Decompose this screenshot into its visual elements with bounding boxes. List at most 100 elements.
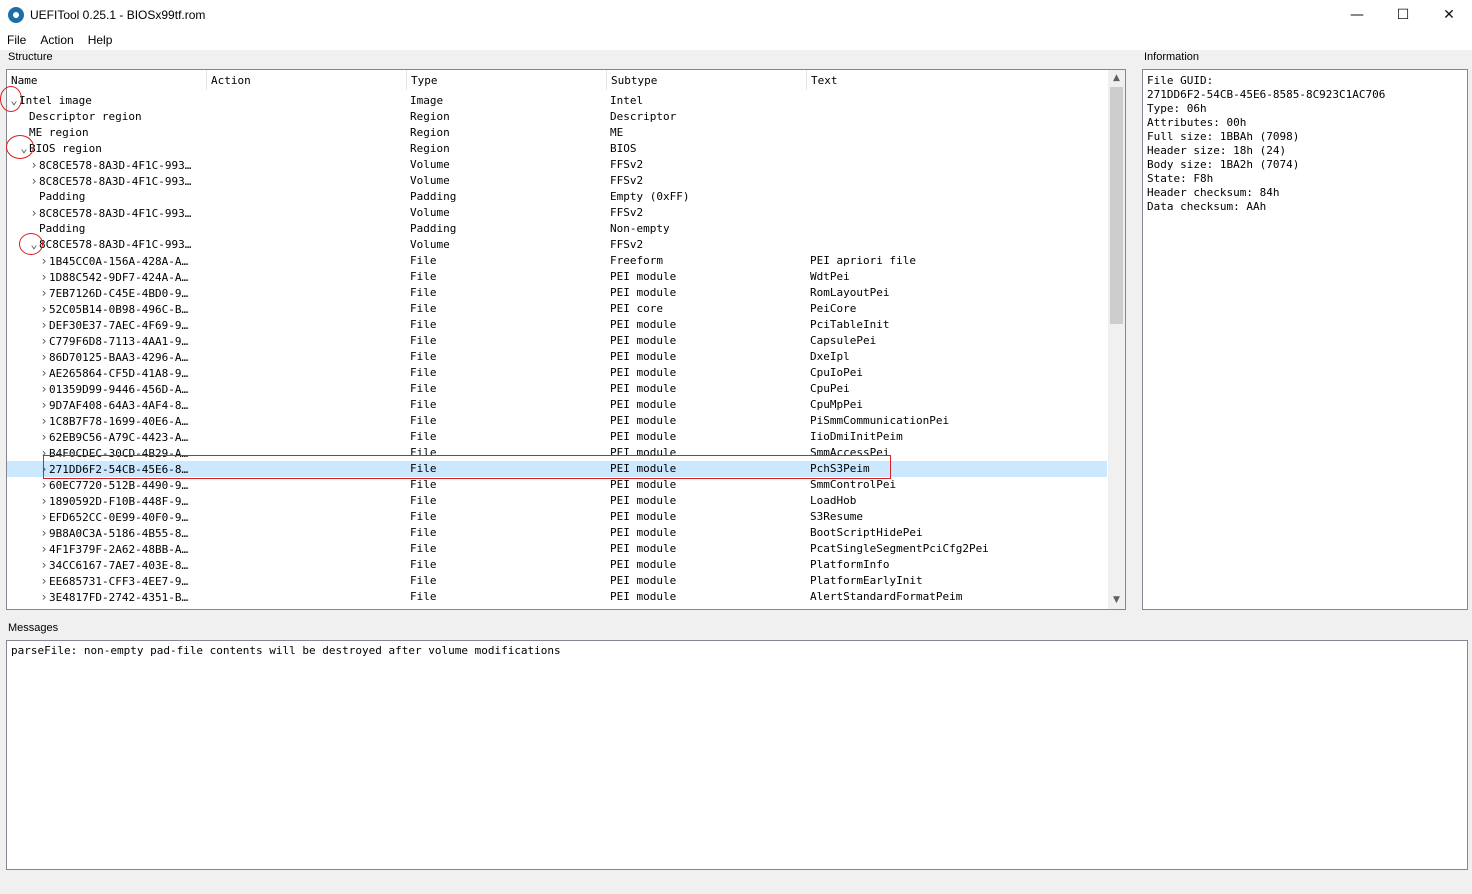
tree-row[interactable]: ⌄BIOS region Region BIOS bbox=[7, 141, 1107, 157]
structure-tree[interactable]: Name Action Type Subtype Text ⌄Intel ima… bbox=[6, 69, 1126, 610]
tree-cell-name: ›1D88C542-9DF7-424A-A… bbox=[7, 269, 205, 286]
tree-row[interactable]: Padding Padding Empty (0xFF) bbox=[7, 189, 1107, 205]
tree-row[interactable]: ME region Region ME bbox=[7, 125, 1107, 141]
tree-row[interactable]: ›8C8CE578-8A3D-4F1C-993… Volume FFSv2 bbox=[7, 157, 1107, 173]
information-panel[interactable]: File GUID: 271DD6F2-54CB-45E6-8585-8C923C… bbox=[1142, 69, 1468, 610]
chevron-right-icon[interactable]: › bbox=[39, 365, 49, 381]
chevron-right-icon[interactable]: › bbox=[39, 589, 49, 605]
tree-row[interactable]: ⌄Intel image Image Intel bbox=[7, 93, 1107, 109]
tree-row[interactable]: ›AE265864-CF5D-41A8-9… File PEI module CpuI… bbox=[7, 365, 1107, 381]
column-header-type[interactable]: Type bbox=[407, 70, 607, 90]
tree-cell-type: File bbox=[410, 446, 437, 459]
information-label: Information bbox=[1144, 51, 1200, 63]
tree-item-name: BIOS region bbox=[29, 142, 102, 155]
tree-row[interactable]: ›B4F0CDEC-30CD-4B29-A… File PEI module SmmA… bbox=[7, 445, 1107, 461]
tree-cell-subtype: PEI module bbox=[610, 270, 677, 283]
menu-action[interactable]: Action bbox=[33, 33, 80, 47]
column-header-action[interactable]: Action bbox=[207, 70, 407, 90]
close-button[interactable]: ✕ bbox=[1426, 0, 1472, 30]
tree-row[interactable]: ›8C8CE578-8A3D-4F1C-993… Volume FFSv2 bbox=[7, 173, 1107, 189]
tree-cell-type: File bbox=[410, 574, 437, 587]
chevron-right-icon[interactable]: › bbox=[39, 429, 49, 445]
tree-row[interactable]: ›9D7AF408-64A3-4AF4-8… File PEI module CpuM… bbox=[7, 397, 1107, 413]
tree-cell-type: File bbox=[410, 302, 437, 315]
tree-row[interactable]: ›8C8CE578-8A3D-4F1C-993… Volume FFSv2 bbox=[7, 205, 1107, 221]
chevron-down-icon[interactable]: ⌄ bbox=[19, 142, 29, 154]
tree-row[interactable]: ›01359D99-9446-456D-A… File PEI module CpuP… bbox=[7, 381, 1107, 397]
chevron-right-icon[interactable]: › bbox=[39, 493, 49, 509]
tree-row[interactable]: ›1D88C542-9DF7-424A-A… File PEI module WdtP… bbox=[7, 269, 1107, 285]
chevron-right-icon[interactable]: › bbox=[29, 173, 39, 189]
chevron-right-icon[interactable]: › bbox=[39, 413, 49, 429]
chevron-right-icon[interactable]: › bbox=[39, 573, 49, 589]
chevron-right-icon[interactable]: › bbox=[39, 269, 49, 285]
tree-cell-name: ›1B45CC0A-156A-428A-A… bbox=[7, 253, 205, 270]
chevron-right-icon[interactable]: › bbox=[39, 477, 49, 493]
minimize-button[interactable]: — bbox=[1334, 0, 1380, 30]
chevron-down-icon[interactable]: ⌄ bbox=[9, 94, 19, 106]
chevron-right-icon[interactable]: › bbox=[39, 253, 49, 269]
tree-cell-name: ›C779F6D8-7113-4AA1-9… bbox=[7, 333, 205, 350]
tree-row[interactable]: Padding Padding Non-empty bbox=[7, 221, 1107, 237]
tree-row[interactable]: ›60EC7720-512B-4490-9… File PEI module SmmC… bbox=[7, 477, 1107, 493]
info-line: State: F8h bbox=[1147, 172, 1214, 185]
scroll-up-icon[interactable]: ▲ bbox=[1108, 70, 1125, 87]
tree-cell-name: Padding bbox=[7, 221, 205, 237]
tree-row[interactable]: ›7EB7126D-C45E-4BD0-9… File PEI module RomL… bbox=[7, 285, 1107, 301]
chevron-right-icon[interactable]: › bbox=[39, 349, 49, 365]
tree-row[interactable]: ›EFD652CC-0E99-40F0-9… File PEI module S3Re… bbox=[7, 509, 1107, 525]
chevron-right-icon[interactable]: › bbox=[39, 333, 49, 349]
chevron-right-icon[interactable]: › bbox=[39, 509, 49, 525]
tree-cell-subtype: PEI module bbox=[610, 494, 677, 507]
chevron-right-icon[interactable]: › bbox=[39, 317, 49, 333]
tree-row[interactable]: ›1B45CC0A-156A-428A-A… File Freeform PEI ap… bbox=[7, 253, 1107, 269]
chevron-right-icon[interactable]: › bbox=[39, 525, 49, 541]
chevron-right-icon[interactable]: › bbox=[39, 557, 49, 573]
tree-cell-text: PlatformInfo bbox=[810, 558, 890, 571]
tree-cell-text: BootScriptHidePei bbox=[810, 526, 923, 539]
tree-cell-name: ›1C8B7F78-1699-40E6-A… bbox=[7, 413, 205, 430]
tree-row[interactable]: ›4F1F379F-2A62-48BB-A… File PEI module Pcat… bbox=[7, 541, 1107, 557]
tree-row[interactable]: ›271DD6F2-54CB-45E6-8… File PEI module PchS… bbox=[7, 461, 1107, 477]
tree-row[interactable]: ›1C8B7F78-1699-40E6-A… File PEI module PiSm… bbox=[7, 413, 1107, 429]
tree-row[interactable]: ›DEF30E37-7AEC-4F69-9… File PEI module PciT… bbox=[7, 317, 1107, 333]
tree-row[interactable]: ›52C05B14-0B98-496C-B… File PEI core PeiCor… bbox=[7, 301, 1107, 317]
structure-label: Structure bbox=[8, 51, 53, 63]
messages-panel[interactable]: parseFile: non-empty pad-file contents w… bbox=[6, 640, 1468, 870]
tree-scrollbar[interactable]: ▲ ▼ bbox=[1108, 70, 1125, 609]
tree-row[interactable]: Descriptor region Region Descriptor bbox=[7, 109, 1107, 125]
tree-row[interactable]: ›86D70125-BAA3-4296-A… File PEI module DxeI… bbox=[7, 349, 1107, 365]
menu-file[interactable]: File bbox=[0, 33, 33, 47]
column-header-text[interactable]: Text bbox=[807, 70, 1109, 90]
chevron-right-icon[interactable]: › bbox=[39, 381, 49, 397]
chevron-right-icon[interactable]: › bbox=[39, 541, 49, 557]
column-header-name[interactable]: Name bbox=[7, 70, 207, 90]
tree-row[interactable]: ›34CC6167-7AE7-403E-8… File PEI module Plat… bbox=[7, 557, 1107, 573]
tree-row[interactable]: ›C779F6D8-7113-4AA1-9… File PEI module Caps… bbox=[7, 333, 1107, 349]
tree-row[interactable]: ›62EB9C56-A79C-4423-A… File PEI module IioD… bbox=[7, 429, 1107, 445]
tree-row[interactable]: ›1890592D-F10B-448F-9… File PEI module Load… bbox=[7, 493, 1107, 509]
chevron-down-icon[interactable]: ⌄ bbox=[29, 238, 39, 250]
maximize-button[interactable]: ☐ bbox=[1380, 0, 1426, 30]
tree-cell-subtype: PEI module bbox=[610, 414, 677, 427]
tree-row[interactable]: ⌄8C8CE578-8A3D-4F1C-993… Volume FFSv2 bbox=[7, 237, 1107, 253]
tree-row[interactable]: ›EE685731-CFF3-4EE7-9… File PEI module Plat… bbox=[7, 573, 1107, 589]
tree-cell-text: CpuPei bbox=[810, 382, 850, 395]
tree-row[interactable]: ›3E4817FD-2742-4351-B… File PEI module Aler… bbox=[7, 589, 1107, 605]
chevron-right-icon[interactable]: › bbox=[39, 301, 49, 317]
menu-help[interactable]: Help bbox=[81, 33, 120, 47]
info-line: 271DD6F2-54CB-45E6-8585-8C923C1AC706 bbox=[1147, 88, 1386, 101]
chevron-right-icon[interactable]: › bbox=[29, 157, 39, 173]
messages-label: Messages bbox=[8, 622, 59, 634]
scroll-down-icon[interactable]: ▼ bbox=[1108, 592, 1125, 609]
chevron-right-icon[interactable]: › bbox=[39, 397, 49, 413]
chevron-right-icon[interactable]: › bbox=[39, 445, 49, 461]
chevron-right-icon[interactable]: › bbox=[39, 285, 49, 301]
chevron-right-icon[interactable]: › bbox=[39, 461, 49, 477]
column-header-subtype[interactable]: Subtype bbox=[607, 70, 807, 90]
tree-cell-subtype: FFSv2 bbox=[610, 174, 644, 187]
tree-cell-type: Padding bbox=[410, 222, 457, 235]
tree-row[interactable]: ›9B8A0C3A-5186-4B55-8… File PEI module Boot… bbox=[7, 525, 1107, 541]
chevron-right-icon[interactable]: › bbox=[29, 205, 39, 221]
scrollbar-thumb[interactable] bbox=[1110, 87, 1123, 324]
